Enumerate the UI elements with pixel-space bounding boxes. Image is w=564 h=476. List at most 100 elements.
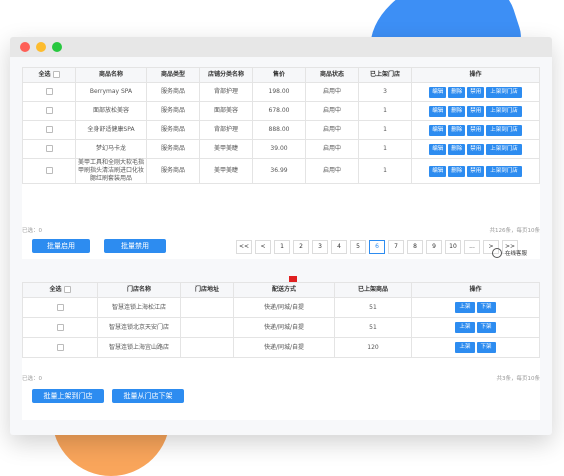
page-button[interactable]: ... xyxy=(464,240,480,254)
product-panel: 全选 商品名称 商品类型 店铺分类名称 售价 商品状态 已上架门店 操作 Ber… xyxy=(22,67,540,259)
delete-button[interactable]: 删除 xyxy=(448,143,466,155)
disable-button[interactable]: 禁用 xyxy=(467,105,485,117)
title-bar xyxy=(10,37,552,57)
row-actions: 编辑 删除 禁用 上架到门店 xyxy=(411,82,540,102)
cell-status: 启用中 xyxy=(305,82,359,102)
cell-price: 888.00 xyxy=(252,120,306,140)
disable-button[interactable]: 禁用 xyxy=(467,124,485,136)
row-checkbox[interactable] xyxy=(45,145,53,152)
cell-type: 服务商品 xyxy=(146,101,200,121)
row-actions: 编辑 删除 禁用 上架到门店 xyxy=(411,120,540,140)
batch-enable-button[interactable]: 批量启用 xyxy=(32,239,90,253)
cell-stores: 1 xyxy=(358,139,412,159)
header-listed-products: 已上架商品 xyxy=(334,282,412,298)
shelve-to-store-button[interactable]: 上架到门店 xyxy=(486,105,522,117)
cell-delivery: 快递/同城/自提 xyxy=(233,317,335,338)
edit-button[interactable]: 编辑 xyxy=(429,143,447,155)
row-checkbox[interactable] xyxy=(56,303,64,311)
row-select-cell xyxy=(22,297,98,318)
cell-name: 智慧连锁上海宜山路店 xyxy=(97,337,181,358)
select-all-checkbox[interactable] xyxy=(52,71,60,78)
delete-button[interactable]: 删除 xyxy=(448,124,466,136)
header-select-all-2[interactable]: 全选 xyxy=(22,282,98,298)
row-checkbox[interactable] xyxy=(45,107,53,114)
cell-name: 面部放松美容 xyxy=(75,101,147,121)
minimize-window-dot[interactable] xyxy=(36,42,46,52)
cell-category: 背部护理 xyxy=(199,82,253,102)
delete-button[interactable]: 删除 xyxy=(448,165,466,177)
cell-price: 39.00 xyxy=(252,139,306,159)
batch-unshelve-button[interactable]: 批量从门店下架 xyxy=(112,389,184,403)
row-select-cell xyxy=(22,158,76,184)
page-button[interactable]: 4 xyxy=(331,240,347,254)
app-window: 全选 商品名称 商品类型 店铺分类名称 售价 商品状态 已上架门店 操作 Ber… xyxy=(10,37,552,435)
edit-button[interactable]: 编辑 xyxy=(429,124,447,136)
cell-category: 美甲美睫 xyxy=(199,139,253,159)
page-button[interactable]: 7 xyxy=(388,240,404,254)
page-button[interactable]: 5 xyxy=(350,240,366,254)
delete-button[interactable]: 删除 xyxy=(448,86,466,98)
header-price: 售价 xyxy=(252,67,306,83)
headset-icon xyxy=(492,248,502,258)
cell-delivery: 快递/同城/自提 xyxy=(233,337,335,358)
row-checkbox[interactable] xyxy=(45,126,53,133)
row-checkbox[interactable] xyxy=(56,323,64,331)
row-checkbox[interactable] xyxy=(45,167,53,174)
row-actions: 编辑 删除 禁用 上架到门店 xyxy=(411,101,540,121)
row-checkbox[interactable] xyxy=(45,88,53,95)
cell-status: 启用中 xyxy=(305,120,359,140)
unshelve-button[interactable]: 下架 xyxy=(476,322,496,333)
disable-button[interactable]: 禁用 xyxy=(467,143,485,155)
total-count-2: 共3条，每页10条 xyxy=(496,376,541,382)
shelve-to-store-button[interactable]: 上架到门店 xyxy=(486,143,522,155)
shelve-to-store-button[interactable]: 上架到门店 xyxy=(486,124,522,136)
cell-count: 120 xyxy=(334,337,412,358)
shelve-to-store-button[interactable]: 上架到门店 xyxy=(486,165,522,177)
row-select-cell xyxy=(22,82,76,102)
cell-category: 背部护理 xyxy=(199,120,253,140)
page-button[interactable]: 1 xyxy=(274,240,290,254)
header-stores: 已上架门店 xyxy=(358,67,412,83)
unshelve-button[interactable]: 下架 xyxy=(476,302,496,313)
row-select-cell xyxy=(22,120,76,140)
select-all-checkbox-2[interactable] xyxy=(63,286,71,293)
shelve-button[interactable]: 上架 xyxy=(455,302,475,313)
cell-delivery: 快递/同城/自提 xyxy=(233,297,335,318)
table-row: 智慧连锁上海松江店 快递/同城/自提 51 上架 下架 xyxy=(22,297,540,318)
row-checkbox[interactable] xyxy=(56,343,64,351)
pagination: << <1 2 3 4 5 6 7 8 9 10... > >> xyxy=(236,240,521,254)
page-button[interactable]: 2 xyxy=(293,240,309,254)
cell-name: 梦幻马卡龙 xyxy=(75,139,147,159)
disable-button[interactable]: 禁用 xyxy=(467,165,485,177)
page-button[interactable]: 3 xyxy=(312,240,328,254)
shelve-to-store-button[interactable]: 上架到门店 xyxy=(486,86,522,98)
edit-button[interactable]: 编辑 xyxy=(429,165,447,177)
row-actions: 编辑 删除 禁用 上架到门店 xyxy=(411,158,540,184)
online-service[interactable]: 在线客服 xyxy=(492,248,527,258)
cell-stores: 3 xyxy=(358,82,412,102)
page-button[interactable]: < xyxy=(255,240,271,254)
shelve-button[interactable]: 上架 xyxy=(455,342,475,353)
page-button[interactable]: 8 xyxy=(407,240,423,254)
cell-name: 智慧连锁上海松江店 xyxy=(97,297,181,318)
cell-category: 美甲美睫 xyxy=(199,158,253,184)
batch-shelve-button[interactable]: 批量上架到门店 xyxy=(32,389,104,403)
shelve-button[interactable]: 上架 xyxy=(455,322,475,333)
page-button[interactable]: 10 xyxy=(445,240,461,254)
edit-button[interactable]: 编辑 xyxy=(429,86,447,98)
maximize-window-dot[interactable] xyxy=(52,42,62,52)
delete-button[interactable]: 删除 xyxy=(448,105,466,117)
page-button[interactable]: << xyxy=(236,240,252,254)
header-select-all[interactable]: 全选 xyxy=(22,67,76,83)
cell-type: 服务商品 xyxy=(146,82,200,102)
close-window-dot[interactable] xyxy=(20,42,30,52)
cell-address xyxy=(180,297,234,318)
edit-button[interactable]: 编辑 xyxy=(429,105,447,117)
row-select-cell xyxy=(22,317,98,338)
cell-stores: 1 xyxy=(358,120,412,140)
page-button[interactable]: 6 xyxy=(369,240,385,254)
unshelve-button[interactable]: 下架 xyxy=(476,342,496,353)
page-button[interactable]: 9 xyxy=(426,240,442,254)
batch-disable-button[interactable]: 批量禁用 xyxy=(104,239,166,253)
disable-button[interactable]: 禁用 xyxy=(467,86,485,98)
